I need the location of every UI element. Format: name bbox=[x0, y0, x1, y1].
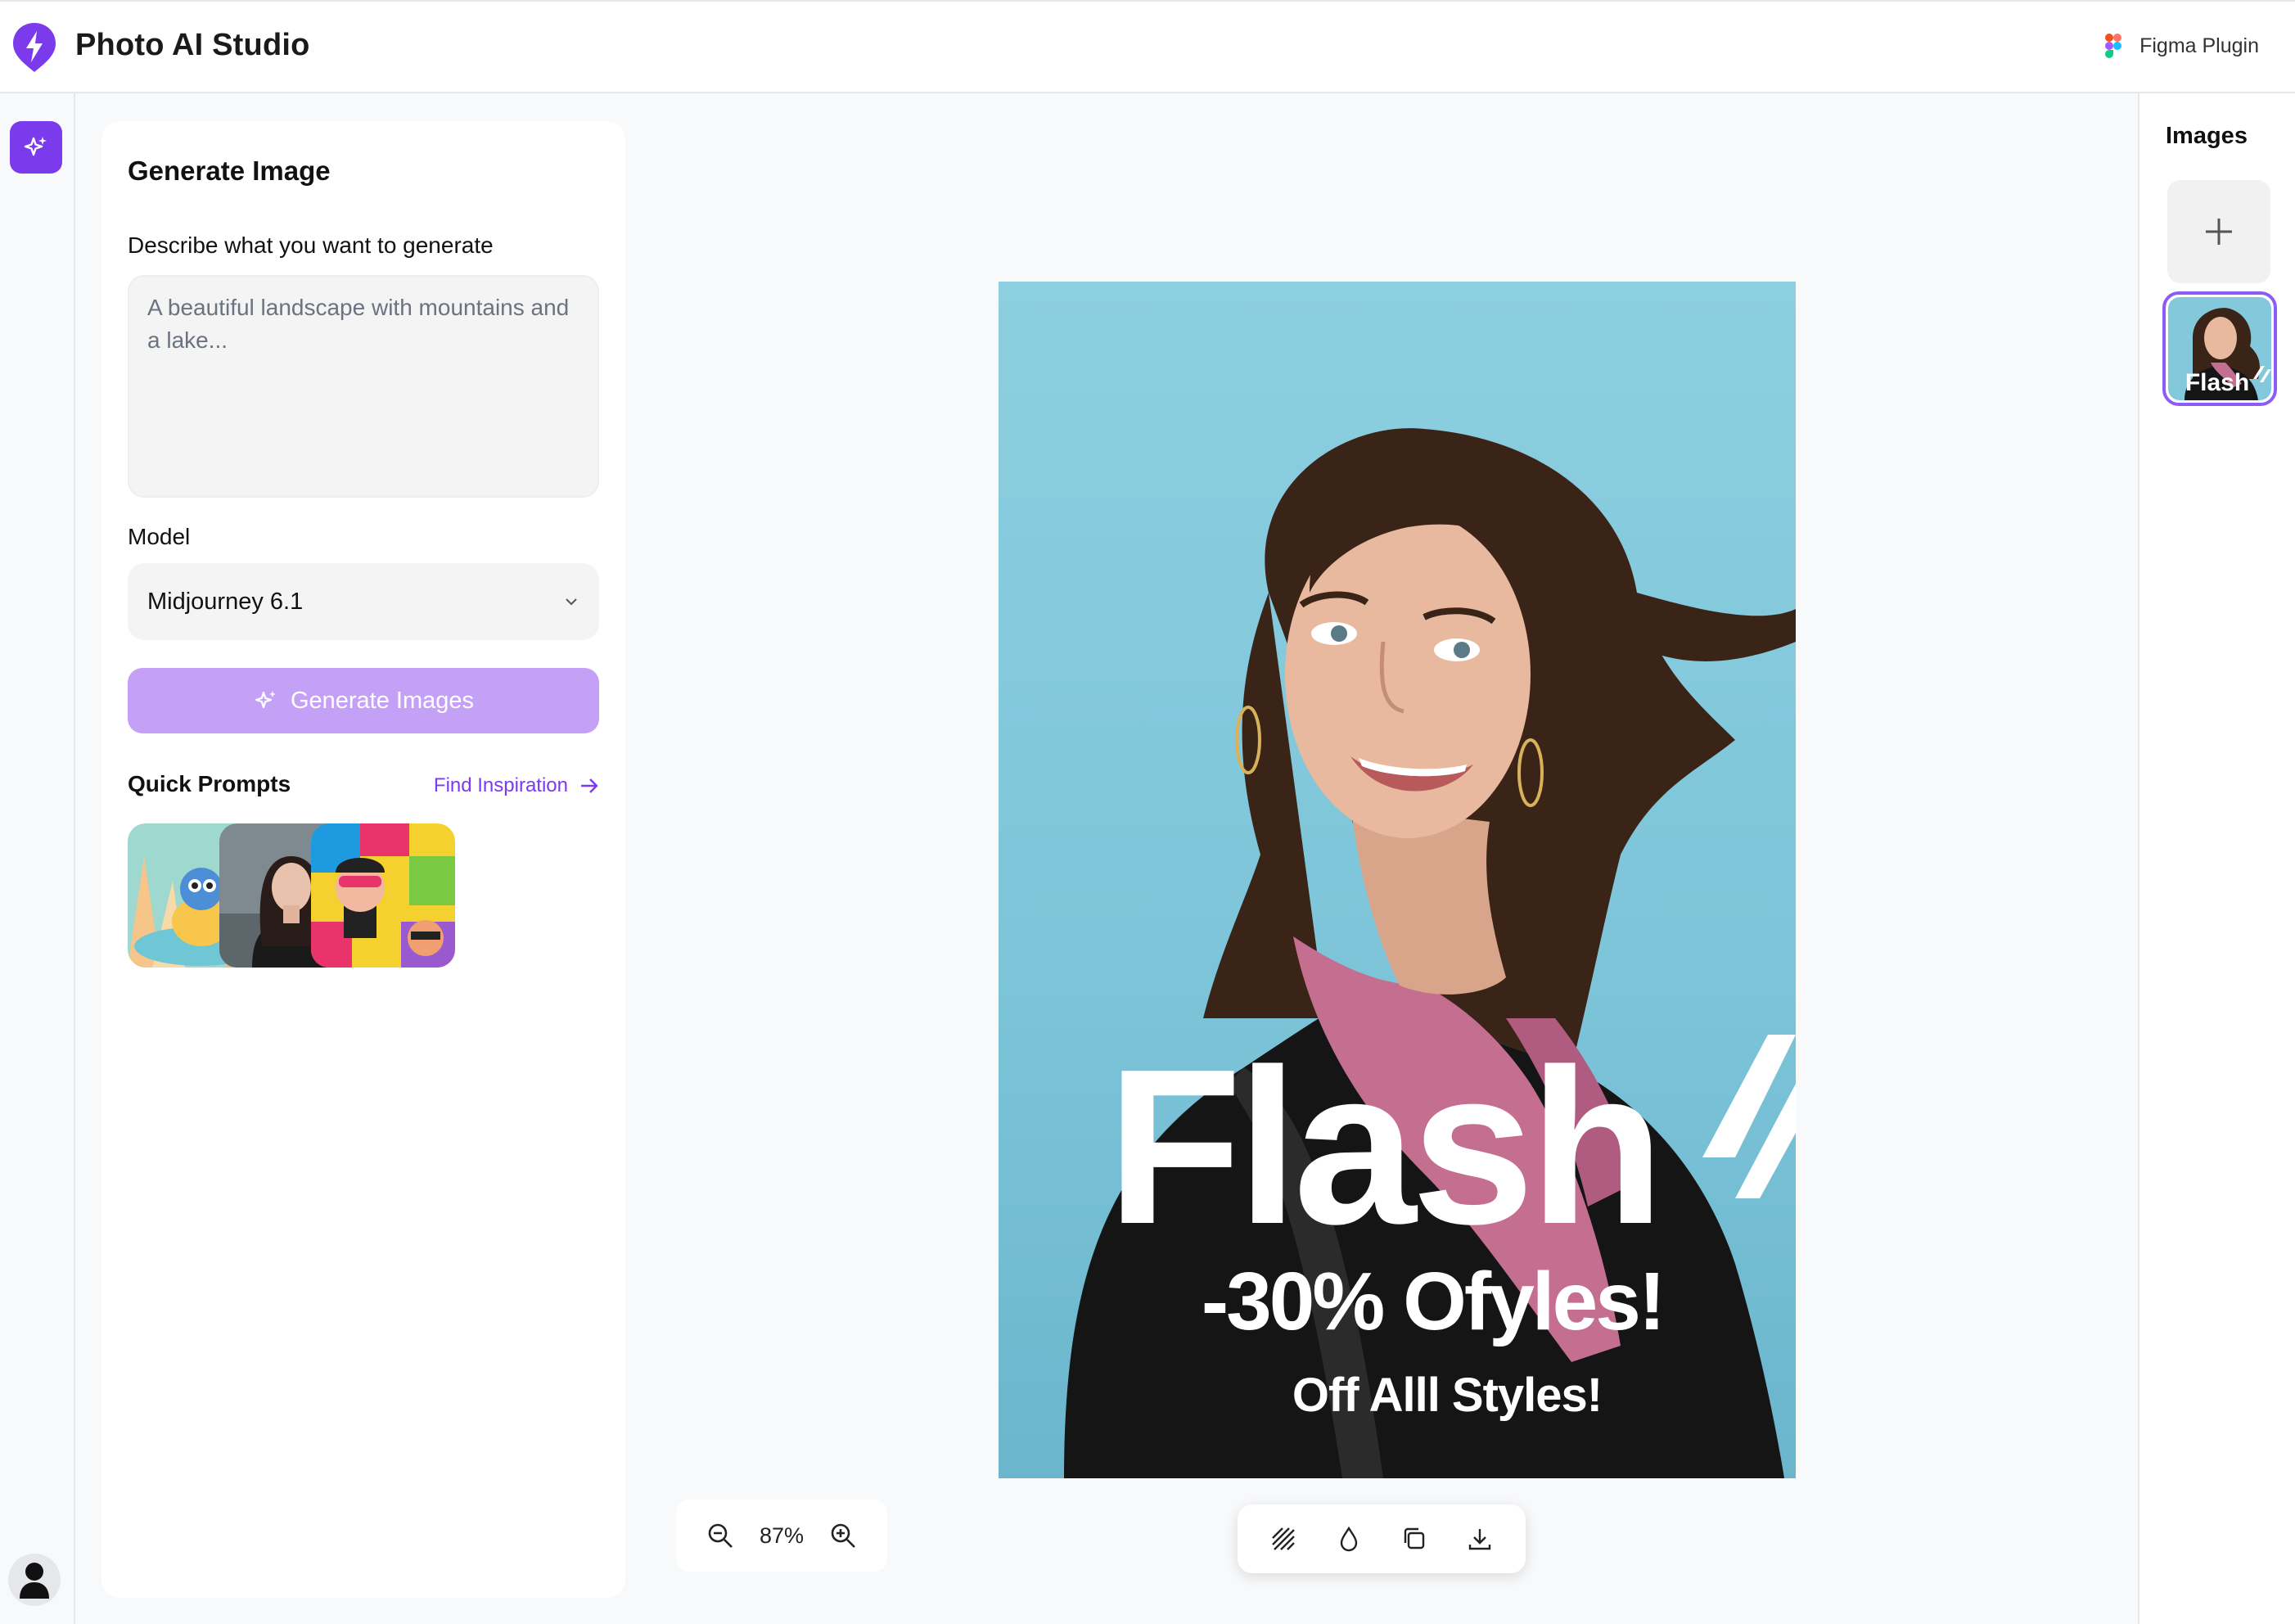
drop-icon[interactable] bbox=[1335, 1525, 1363, 1553]
figma-plugin-label: Figma Plugin bbox=[2139, 34, 2259, 57]
poster-artwork: Flash -30% Ofyles! Off Alll Styles! bbox=[1064, 428, 1796, 1478]
poster-headline: Flash bbox=[1107, 1024, 1659, 1270]
zoom-out-icon[interactable] bbox=[706, 1522, 734, 1550]
quick-prompts-label: Quick Prompts bbox=[128, 771, 291, 796]
model-label: Model bbox=[128, 524, 191, 549]
sparkle-icon bbox=[24, 137, 47, 156]
quick-prompt-image-pop-art bbox=[311, 823, 455, 968]
model-value: Midjourney 6.1 bbox=[147, 588, 304, 615]
copy-icon[interactable] bbox=[1400, 1525, 1428, 1553]
zoom-in-icon[interactable] bbox=[829, 1522, 857, 1550]
sparkle-icon bbox=[255, 691, 276, 709]
download-icon[interactable] bbox=[1466, 1525, 1494, 1553]
image-toolbar bbox=[1238, 1504, 1526, 1573]
logo-bolt-icon[interactable] bbox=[11, 21, 57, 74]
left-rail bbox=[0, 93, 75, 1624]
add-image-button[interactable] bbox=[2167, 180, 2270, 283]
avatar[interactable] bbox=[8, 1554, 61, 1606]
find-inspiration-link[interactable]: Find Inspiration bbox=[434, 774, 599, 797]
figma-plugin-link[interactable]: Figma Plugin bbox=[2105, 33, 2259, 59]
generate-images-label: Generate Images bbox=[290, 687, 475, 714]
generate-tool-button[interactable] bbox=[10, 121, 62, 174]
app-title: Photo AI Studio bbox=[75, 28, 310, 62]
canvas-image[interactable]: Flash -30% Ofyles! Off Alll Styles! bbox=[999, 282, 1796, 1478]
images-panel-title: Images bbox=[2166, 123, 2248, 149]
zoom-control: 87% bbox=[676, 1500, 887, 1572]
top-bar: Photo AI Studio Figma Plugin bbox=[0, 0, 2295, 93]
pattern-icon[interactable] bbox=[1269, 1525, 1297, 1553]
quick-prompt-thumb-3[interactable] bbox=[311, 823, 455, 968]
arrow-right-icon bbox=[581, 778, 598, 793]
plus-icon bbox=[2206, 219, 2232, 245]
prompt-input[interactable]: A beautiful landscape with mountains and… bbox=[128, 275, 599, 498]
panel-title: Generate Image bbox=[128, 156, 331, 186]
image-thumbnail-artwork: Flash bbox=[2168, 297, 2271, 400]
find-inspiration-label: Find Inspiration bbox=[433, 774, 568, 796]
model-select[interactable]: Midjourney 6.1 bbox=[128, 563, 599, 640]
generate-images-button[interactable]: Generate Images bbox=[128, 668, 599, 733]
user-icon bbox=[20, 1563, 49, 1599]
zoom-level: 87% bbox=[759, 1522, 804, 1548]
poster-line-2: -30% Ofyles! bbox=[1202, 1256, 1663, 1347]
figma-icon bbox=[2105, 34, 2122, 58]
poster-line-3: Off Alll Styles! bbox=[1292, 1369, 1602, 1422]
images-panel: Images Flash bbox=[2138, 93, 2295, 1624]
image-thumbnail-selected[interactable]: Flash bbox=[2162, 291, 2277, 406]
prompt-label: Describe what you want to generate bbox=[128, 232, 494, 258]
chevron-down-icon bbox=[566, 598, 577, 606]
image-thumbnail-text: Flash bbox=[2185, 369, 2249, 396]
generate-panel: Generate Image Describe what you want to… bbox=[101, 121, 625, 1598]
